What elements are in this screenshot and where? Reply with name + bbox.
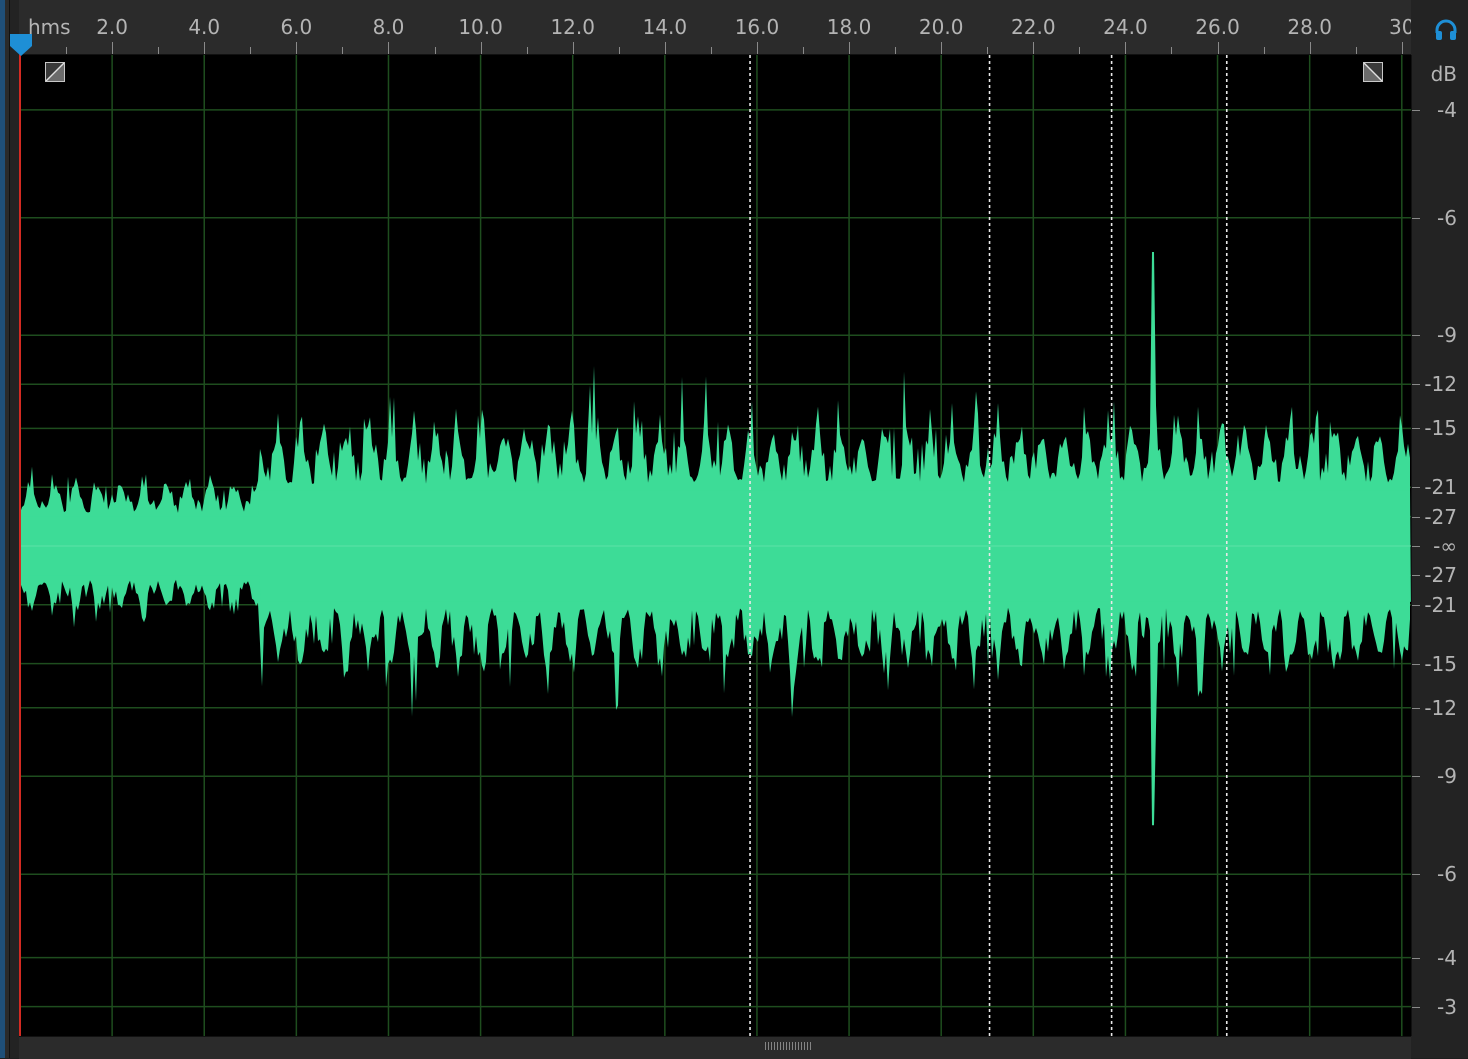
db-tick [1412,335,1420,337]
track-edge [0,0,10,1058]
time-ruler[interactable]: hms 2.0 4.0 6.0 8.0 10.0 12.0 14.0 16.0 18.0 20.0… [19,0,1411,55]
db-label: -6 [1437,205,1457,230]
ruler-label: 12.0 [550,15,595,39]
playhead-line[interactable] [19,44,21,1036]
playhead-handle[interactable] [10,32,32,56]
db-tick [1412,384,1420,386]
ruler-label: 16.0 [734,15,780,39]
db-tick [1412,487,1420,489]
ruler-label: 18.0 [826,15,872,39]
ruler-tick [987,47,989,54]
ruler-tick [710,47,712,54]
ruler-tick [1401,42,1403,54]
ruler-tick [434,47,436,54]
ruler-tick [1263,47,1265,54]
db-label: -4 [1437,97,1457,122]
db-label: -6 [1437,862,1457,887]
db-label: -27 [1424,563,1457,588]
db-label: -9 [1437,764,1457,789]
db-label: -∞ [1433,534,1457,558]
ruler-label: 26.0 [1195,15,1240,39]
db-tick [1412,575,1420,577]
db-label: -3 [1437,994,1457,1019]
db-label: -15 [1424,416,1457,441]
db-scale: dB -4 -6 -9 -12 -15 -21 -27 -∞ -27 -21 -15 -12 -9 -6 -… [1411,55,1468,1036]
ruler-tick [1217,42,1219,54]
ruler-label: 4.0 [188,15,221,39]
ruler-tick [66,47,68,54]
ruler-tick [849,42,851,54]
ruler-label: 28.0 [1287,15,1332,39]
ruler-tick [572,42,574,54]
ruler-tick [1033,42,1035,54]
ruler-tick [342,47,344,54]
db-label: -21 [1424,592,1457,617]
ruler-label: 2.0 [96,15,129,39]
ruler-label: 24.0 [1103,15,1148,39]
db-label: -12 [1424,695,1457,720]
ruler-tick [1171,47,1173,54]
ruler-unit-label: hms [28,15,71,39]
ruler-label: 6.0 [280,15,313,39]
waveform-display[interactable] [20,55,1411,1036]
ruler-label: 8.0 [372,15,405,39]
headphones-icon[interactable] [1434,18,1458,42]
waveform-editor: hms 2.0 4.0 6.0 8.0 10.0 12.0 14.0 16.0 18.0 20.0… [0,0,1468,1059]
db-label: -15 [1424,651,1457,676]
ruler-label: 20.0 [918,15,964,39]
db-tick [1412,957,1420,959]
ruler-tick [526,47,528,54]
ruler-tick [664,42,666,54]
ruler-label: 10.0 [458,15,503,39]
horizontal-scrollbar[interactable] [19,1036,1411,1059]
db-label: -27 [1424,504,1457,529]
db-label: -12 [1424,372,1457,397]
ruler-tick [250,47,252,54]
db-label: -9 [1437,323,1457,348]
db-tick [1412,516,1420,518]
ruler-tick [1355,47,1357,54]
db-unit-label: dB [1430,62,1457,86]
ruler-tick [1309,42,1311,54]
ruler-tick [204,42,206,54]
scroll-grip[interactable] [765,1042,811,1050]
db-tick [1412,874,1420,876]
track-selection-strip[interactable] [0,0,5,1058]
db-label: -21 [1424,475,1457,500]
waveform-canvas[interactable] [20,55,1411,1036]
db-label: -4 [1437,945,1457,970]
ruler-tick [618,47,620,54]
ruler-tick [388,42,390,54]
ruler-tick [112,42,114,54]
db-tick [1412,109,1420,111]
ruler-tick [941,42,943,54]
ruler-tick [158,47,160,54]
ruler-tick [480,42,482,54]
ruler-label: 30 [1389,15,1411,39]
db-tick [1412,707,1420,709]
ruler-tick [1125,42,1127,54]
fade-out-handle[interactable] [1363,62,1383,82]
ruler-tick [756,42,758,54]
db-tick [1412,217,1420,219]
ruler-tick [895,47,897,54]
ruler-tick [803,47,804,54]
db-tick [1412,604,1420,606]
ruler-tick [296,42,298,54]
ruler-tick [1079,47,1081,54]
ruler-label: 14.0 [642,15,688,39]
db-tick [1412,663,1420,665]
ruler-label: 22.0 [1011,15,1056,39]
fade-in-handle[interactable] [45,62,65,82]
db-tick [1412,428,1420,430]
db-tick [1412,776,1420,778]
db-tick [1412,546,1420,547]
db-tick [1412,1006,1420,1008]
